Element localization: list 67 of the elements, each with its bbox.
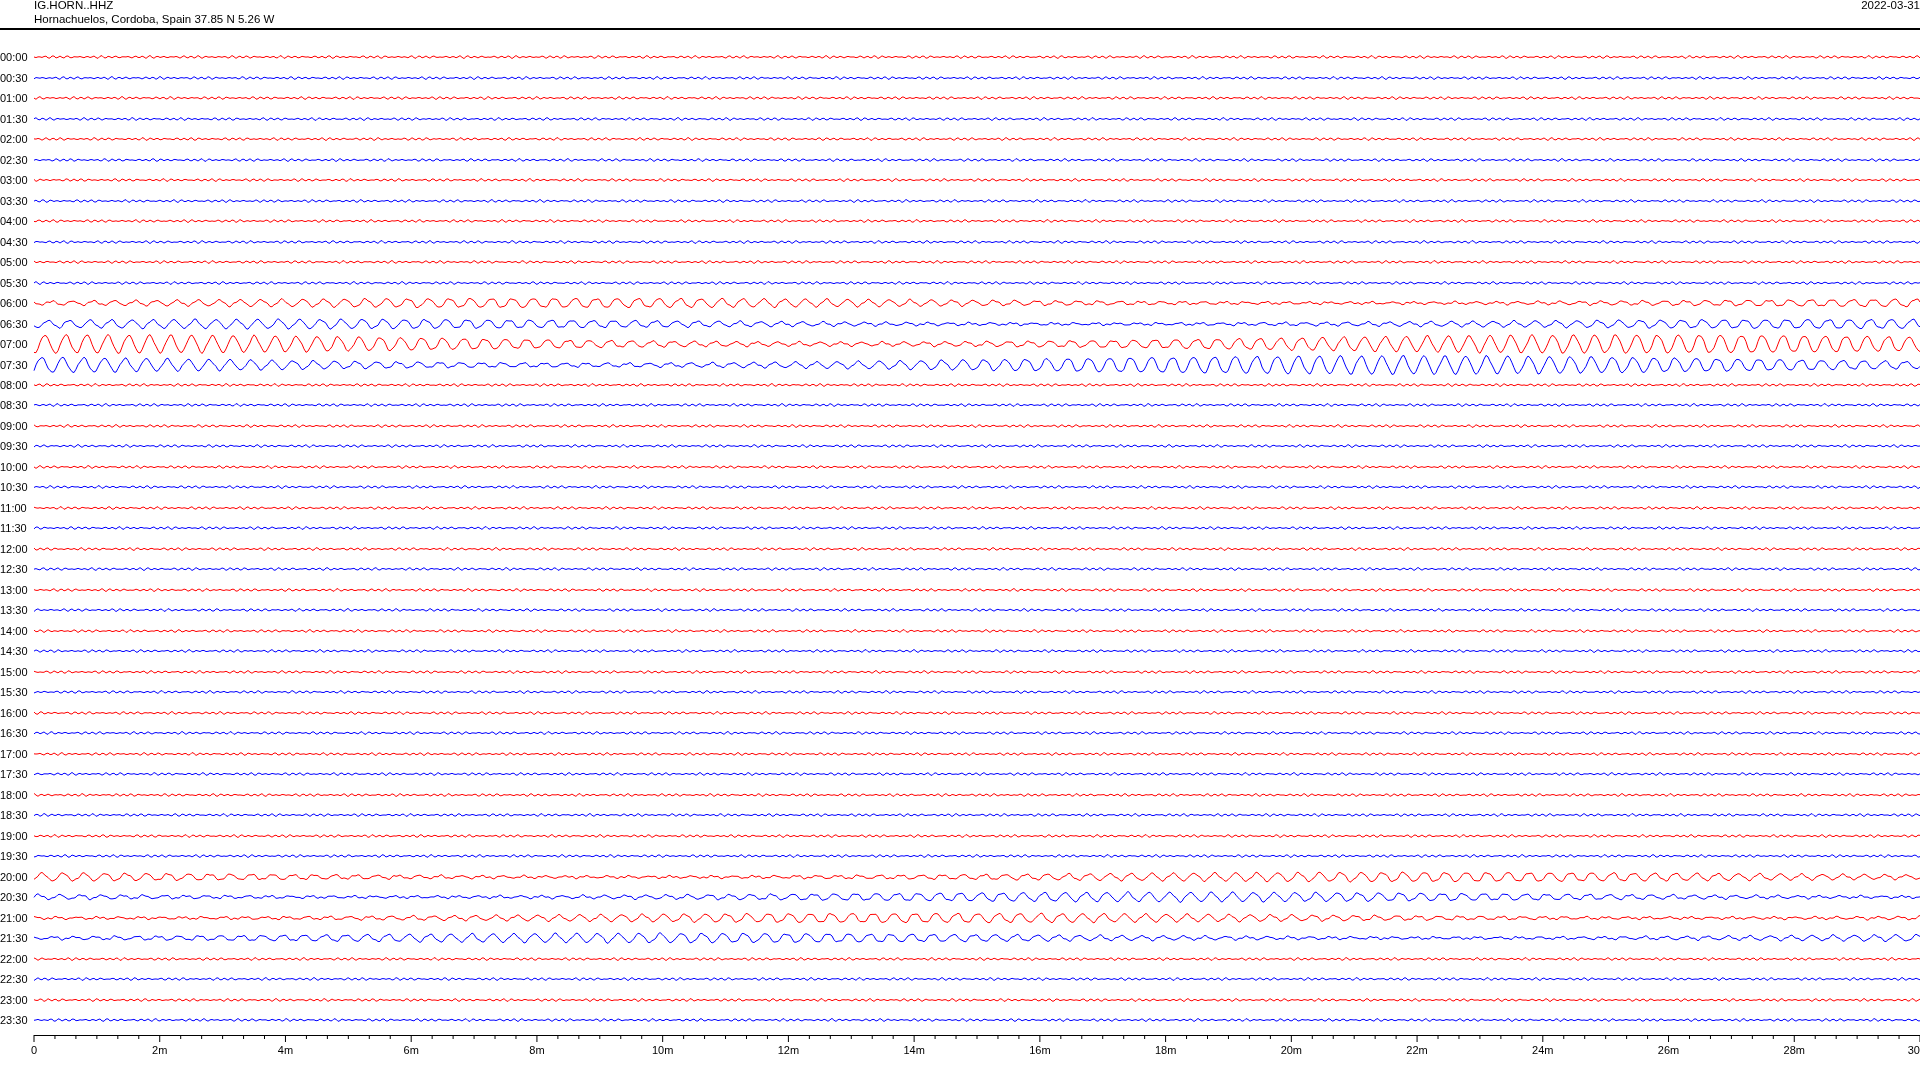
station-code: IG.HORN..HHZ [34,0,115,12]
time-label: 19:30 [0,850,29,863]
axis-tick-label: 18m [1154,1044,1177,1056]
axis-tick-label: 24m [1532,1044,1554,1056]
time-label: 13:30 [0,604,29,617]
axis-tick-label: 4m [277,1044,294,1056]
time-label: 08:00 [0,379,29,391]
time-label: 00:30 [0,71,29,84]
time-label: 10:00 [0,460,29,473]
time-label: 17:00 [0,747,29,760]
time-label: 16:00 [0,706,29,719]
axis-tick-label: 6m [403,1044,419,1056]
station-location: Hornachuelos, Cordoba, Spain 37.85 N 5.26 W [34,12,275,26]
time-label: 15:30 [0,686,29,699]
time-label: 01:30 [0,112,29,125]
time-label: 09:30 [0,440,29,453]
axis-tick-label: 14m [903,1044,925,1056]
time-label: 16:30 [0,727,29,740]
axis-tick-label: 10m [651,1044,674,1056]
axis-tick-label: 30 [1907,1044,1920,1056]
time-label: 14:00 [0,624,29,637]
time-label: 18:00 [0,788,29,801]
time-label: 23:30 [0,1014,29,1026]
time-label: 14:30 [0,645,29,658]
time-label: 20:30 [0,891,29,904]
time-label: 09:00 [0,419,29,432]
axis-tick-label: 28m [1783,1044,1805,1056]
axis-tick-label: 26m [1657,1044,1680,1056]
axis-tick-label: 0 [30,1044,38,1056]
time-label: 21:30 [0,932,29,945]
time-label: 12:00 [0,542,29,555]
time-label: 19:00 [0,829,29,842]
time-label: 11:30 [0,522,28,535]
time-label: 05:00 [0,256,29,269]
time-label: 03:00 [0,174,29,187]
time-label: 17:30 [0,768,29,781]
time-label: 11:00 [0,501,28,514]
time-label: 04:00 [0,215,29,228]
time-label: 01:00 [0,92,29,105]
time-label: 05:30 [0,276,29,289]
time-label: 12:30 [0,563,29,576]
plot-date: 2022-03-31 [1861,0,1920,12]
time-label: 00:00 [0,51,29,64]
time-label: 08:30 [0,399,29,412]
axis-tick-label: 22m [1406,1044,1428,1056]
axis-tick-label: 2m [152,1044,168,1056]
time-label: 15:00 [0,665,29,678]
time-label: 07:00 [0,338,29,350]
time-label: 07:30 [0,358,29,371]
time-label: 13:00 [0,583,29,596]
time-label: 23:00 [0,993,29,1006]
time-label: 06:30 [0,317,29,330]
time-label: 21:00 [0,911,29,924]
time-label: 18:30 [0,809,29,822]
time-label: 02:30 [0,153,29,166]
axis-tick-label: 16m [1029,1044,1051,1056]
axis-tick-label: 8m [529,1044,545,1056]
time-label: 03:30 [0,194,29,207]
time-label: 06:00 [0,297,29,310]
time-label: 04:30 [0,235,29,248]
time-label: 22:00 [0,952,29,965]
axis-tick-label: 12m [777,1044,800,1056]
time-label: 10:30 [0,481,29,494]
axis-tick-label: 20m [1280,1044,1303,1056]
time-label: 20:00 [0,870,29,883]
time-label: 22:30 [0,973,29,986]
time-label: 02:00 [0,133,29,146]
